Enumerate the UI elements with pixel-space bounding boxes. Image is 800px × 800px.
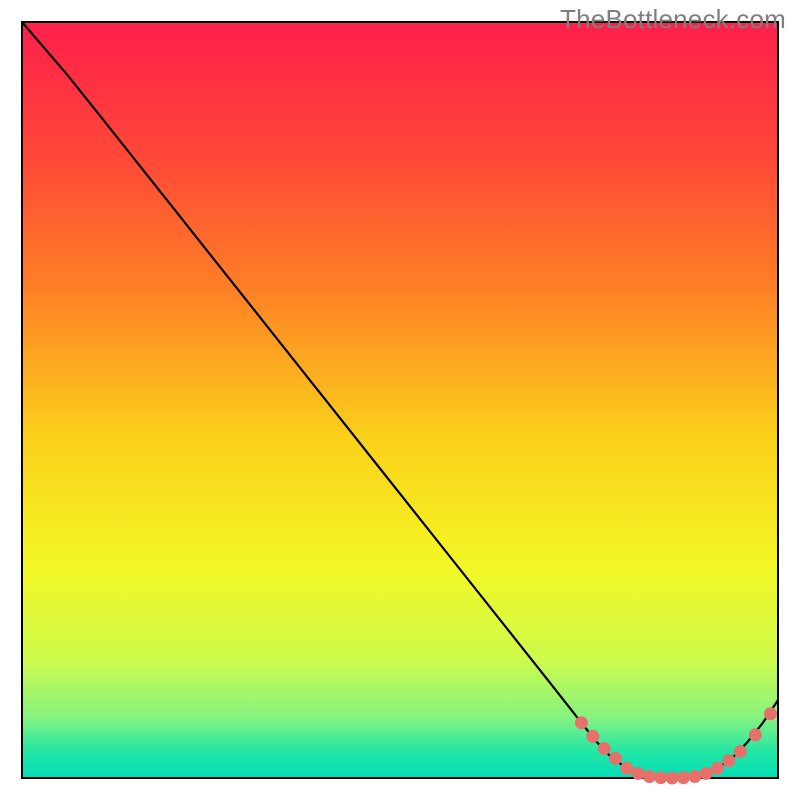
marker-dot — [722, 754, 735, 767]
marker-dot — [677, 771, 690, 784]
marker-dot — [643, 770, 656, 783]
marker-dot — [666, 772, 679, 785]
chart-svg — [0, 0, 800, 800]
marker-dot — [632, 767, 645, 780]
chart-background — [22, 22, 778, 778]
marker-dot — [749, 728, 762, 741]
marker-dot — [598, 742, 611, 755]
watermark-text: TheBottleneck.com — [560, 4, 786, 35]
marker-dot — [654, 771, 667, 784]
marker-dot — [734, 745, 747, 758]
marker-dot — [575, 716, 588, 729]
marker-dot — [586, 730, 599, 743]
marker-dot — [688, 770, 701, 783]
marker-dot — [711, 762, 724, 775]
marker-dot — [609, 752, 622, 765]
marker-dot — [700, 767, 713, 780]
chart-stage: TheBottleneck.com — [0, 0, 800, 800]
marker-dot — [764, 707, 777, 720]
marker-dot — [620, 762, 633, 775]
